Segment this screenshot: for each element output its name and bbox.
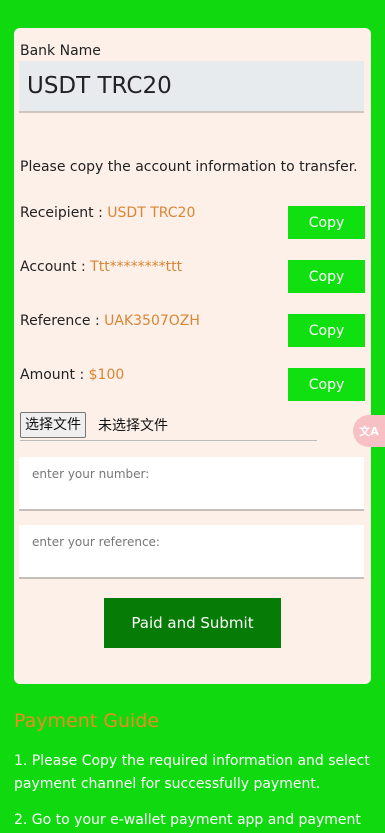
- choose-file-button[interactable]: 选择文件: [20, 412, 86, 438]
- amount-value: $100: [88, 367, 125, 383]
- copy-recipient-button[interactable]: Copy: [288, 206, 365, 239]
- payment-guide-title: Payment Guide: [14, 710, 160, 732]
- reference-placeholder: enter your reference:: [32, 535, 160, 549]
- file-status: 未选择文件: [98, 418, 168, 434]
- reference-input[interactable]: enter your reference:: [19, 525, 364, 579]
- bank-name-field[interactable]: USDT TRC20: [19, 61, 364, 113]
- account-value: Ttt********ttt: [90, 259, 183, 275]
- account-row: Account : Ttt********ttt: [20, 259, 182, 275]
- reference-row: Reference : UAK3507OZH: [20, 313, 200, 329]
- copy-amount-button[interactable]: Copy: [288, 368, 365, 401]
- bank-name-value: USDT TRC20: [27, 73, 172, 99]
- reference-value: UAK3507OZH: [104, 313, 200, 329]
- recipient-label: Receipient :: [20, 205, 108, 221]
- guide-step-2: 2. Go to your e-wallet payment app and p…: [14, 812, 361, 828]
- amount-label: Amount :: [20, 367, 89, 383]
- translate-icon-text: 文A: [359, 425, 379, 438]
- guide-step-1: 1. Please Copy the required information …: [14, 753, 370, 792]
- paid-submit-button[interactable]: Paid and Submit: [104, 598, 281, 648]
- payment-card: Bank Name USDT TRC20 Please copy the acc…: [14, 28, 371, 684]
- recipient-row: Receipient : USDT TRC20: [20, 205, 195, 221]
- account-label: Account :: [20, 259, 91, 275]
- translate-icon[interactable]: 文A: [353, 415, 385, 447]
- copy-reference-button[interactable]: Copy: [288, 314, 365, 347]
- copy-account-button[interactable]: Copy: [288, 260, 365, 293]
- bank-name-label: Bank Name: [20, 43, 101, 59]
- recipient-value: USDT TRC20: [107, 205, 196, 221]
- instruction-text: Please copy the account information to t…: [20, 159, 358, 175]
- number-input[interactable]: enter your number:: [19, 457, 364, 511]
- reference-label: Reference :: [20, 313, 105, 329]
- amount-row: Amount : $100: [20, 367, 124, 383]
- number-placeholder: enter your number:: [32, 467, 150, 481]
- file-upload: 选择文件 未选择文件: [20, 412, 317, 441]
